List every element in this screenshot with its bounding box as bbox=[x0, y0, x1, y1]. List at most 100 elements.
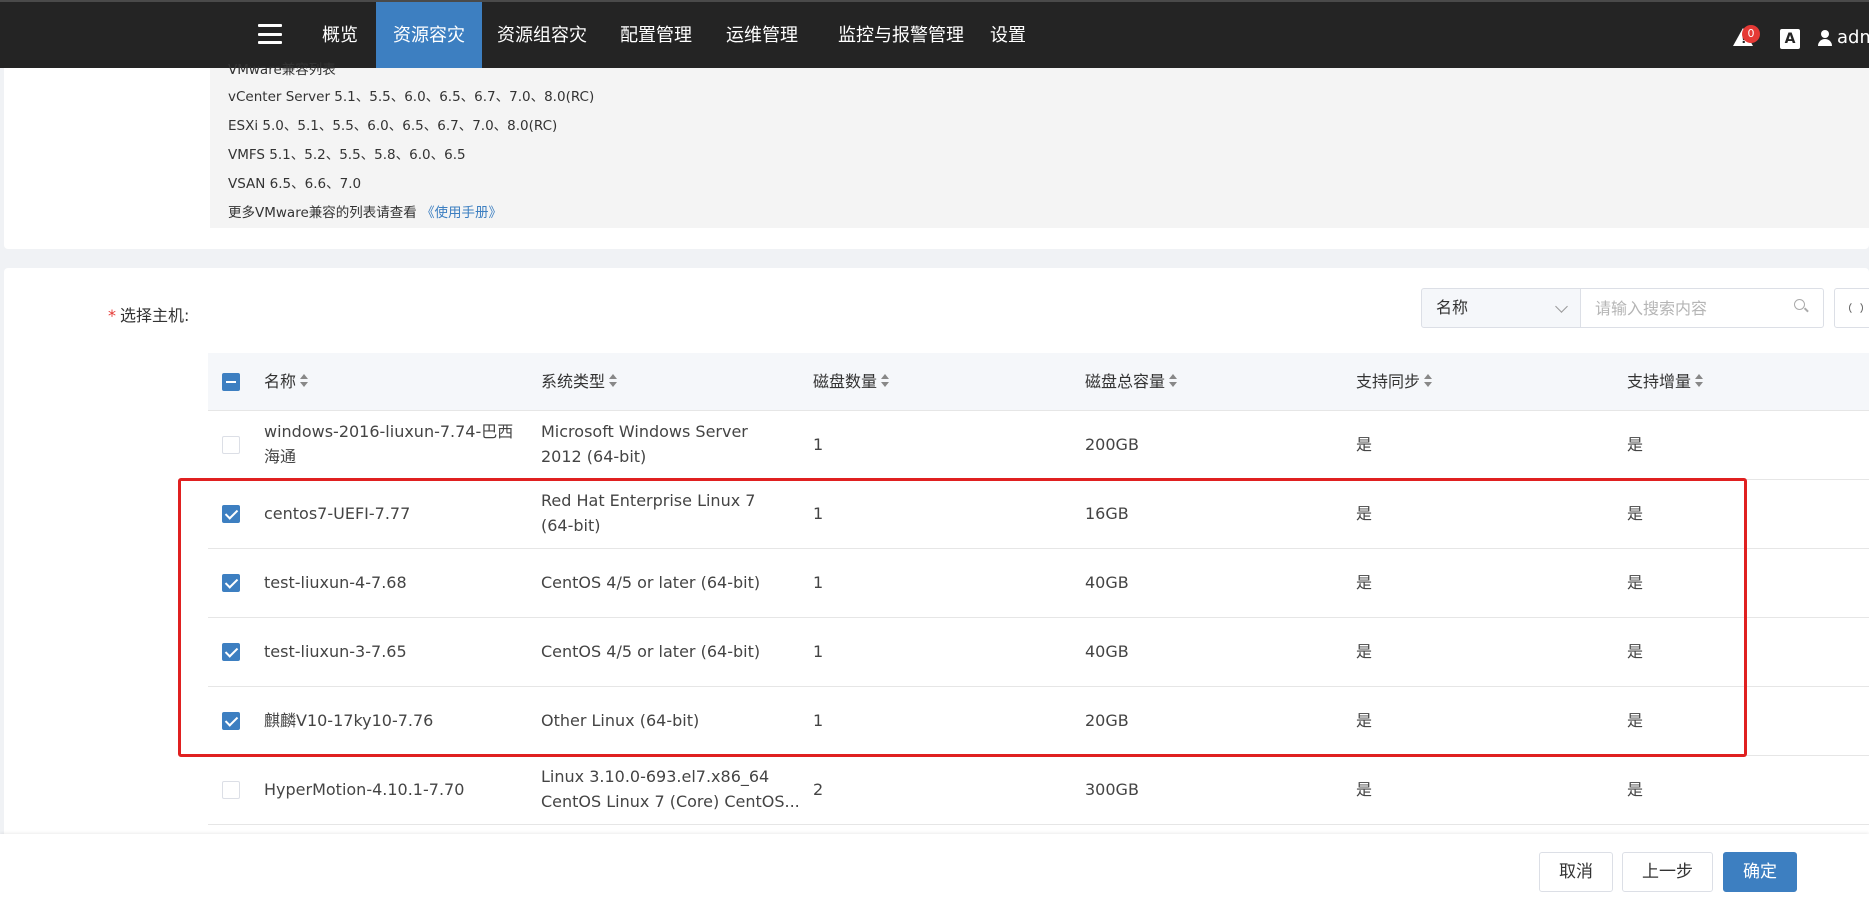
row-checkbox[interactable] bbox=[222, 574, 240, 592]
required-mark: * bbox=[108, 306, 116, 325]
host-select-card: *选择主机: 名称 名称 系统类型 磁盘数量 磁盘总容量 支持同步 支持增量 w… bbox=[4, 268, 1869, 897]
nav-item-ops-management[interactable]: 运维管理 bbox=[720, 2, 804, 68]
user-name[interactable]: adm bbox=[1837, 2, 1869, 74]
supports-incremental: 是 bbox=[1627, 780, 1644, 799]
compat-line-esxi: ESXi 5.0、5.1、5.5、6.0、6.5、6.7、7.0、8.0(RC) bbox=[228, 118, 558, 134]
compat-line-vcenter: vCenter Server 5.1、5.5、6.0、6.5、6.7、7.0、8… bbox=[228, 89, 595, 105]
row-checkbox[interactable] bbox=[222, 436, 240, 454]
host-name: test-liuxun-3-7.65 bbox=[264, 642, 407, 661]
disk-count: 1 bbox=[813, 711, 824, 730]
compat-info-box: VMware兼容列表 vCenter Server 5.1、5.5、6.0、6.… bbox=[210, 62, 1869, 228]
refresh-icon bbox=[1849, 301, 1863, 315]
supports-sync: 是 bbox=[1356, 642, 1373, 661]
search-input[interactable] bbox=[1580, 288, 1824, 328]
table-row[interactable]: 麒麟V10-17ky10-7.76 Other Linux (64-bit) 1… bbox=[208, 687, 1869, 756]
supports-sync: 是 bbox=[1356, 711, 1373, 730]
supports-incremental: 是 bbox=[1627, 711, 1644, 730]
sort-icon[interactable] bbox=[609, 373, 618, 388]
os-type: CentOS 4/5 or later (64-bit) bbox=[541, 573, 761, 592]
table-row[interactable]: test-liuxun-3-7.65 CentOS 4/5 or later (… bbox=[208, 618, 1869, 687]
nav-item-resource-group-dr[interactable]: 资源组容灾 bbox=[490, 2, 594, 68]
confirm-button[interactable]: 确定 bbox=[1723, 852, 1797, 892]
compat-line-vsan: VSAN 6.5、6.6、7.0 bbox=[228, 176, 362, 192]
search-field-value: 名称 bbox=[1436, 298, 1469, 317]
host-name: HyperMotion-4.10.1-7.70 bbox=[264, 780, 465, 799]
sort-icon[interactable] bbox=[1169, 373, 1178, 388]
host-name: test-liuxun-4-7.68 bbox=[264, 573, 407, 592]
sort-icon[interactable] bbox=[300, 373, 309, 388]
host-name: centos7-UEFI-7.77 bbox=[264, 504, 411, 523]
column-header-sync[interactable]: 支持同步 bbox=[1356, 353, 1433, 410]
os-type: Red Hat Enterprise Linux 7 (64-bit) bbox=[541, 491, 756, 535]
row-checkbox[interactable] bbox=[222, 781, 240, 799]
nav-item-config-management[interactable]: 配置管理 bbox=[615, 2, 697, 68]
supports-incremental: 是 bbox=[1627, 435, 1644, 454]
table-row[interactable]: HyperMotion-4.10.1-7.70 Linux 3.10.0-693… bbox=[208, 756, 1869, 825]
table-row[interactable]: test-liuxun-4-7.68 CentOS 4/5 or later (… bbox=[208, 549, 1869, 618]
column-header-disk-capacity-label: 磁盘总容量 bbox=[1085, 372, 1166, 391]
host-name: 麒麟V10-17ky10-7.76 bbox=[264, 711, 434, 730]
disk-capacity: 200GB bbox=[1085, 435, 1139, 454]
os-type-line-2: CentOS Linux 7 (Core) CentOS... bbox=[541, 792, 800, 811]
disk-count: 1 bbox=[813, 504, 824, 523]
row-checkbox[interactable] bbox=[222, 505, 240, 523]
compat-more-text: 更多VMware兼容的列表请查看 bbox=[228, 205, 417, 221]
chevron-down-icon bbox=[1555, 300, 1568, 313]
supports-incremental: 是 bbox=[1627, 504, 1644, 523]
alert-count-badge: 0 bbox=[1742, 25, 1760, 43]
column-header-incremental[interactable]: 支持增量 bbox=[1627, 353, 1704, 410]
disk-capacity: 20GB bbox=[1085, 711, 1129, 730]
sort-icon[interactable] bbox=[881, 373, 890, 388]
host-select-label: * 选择主机: bbox=[108, 302, 189, 326]
sort-icon[interactable] bbox=[1424, 373, 1433, 388]
user-manual-link[interactable]: 《使用手册》 bbox=[421, 205, 502, 221]
column-header-disk-count[interactable]: 磁盘数量 bbox=[813, 353, 890, 410]
column-header-os-type[interactable]: 系统类型 bbox=[541, 353, 618, 410]
os-type: CentOS 4/5 or later (64-bit) bbox=[541, 642, 761, 661]
supports-incremental: 是 bbox=[1627, 642, 1644, 661]
os-type: Microsoft Windows Server 2012 (64-bit) bbox=[541, 422, 748, 466]
search-icon[interactable] bbox=[1794, 299, 1809, 313]
nav-item-settings[interactable]: 设置 bbox=[985, 2, 1031, 68]
table-header: 名称 系统类型 磁盘数量 磁盘总容量 支持同步 支持增量 bbox=[208, 353, 1869, 411]
disk-capacity: 40GB bbox=[1085, 573, 1129, 592]
column-header-disk-capacity[interactable]: 磁盘总容量 bbox=[1085, 353, 1178, 410]
cancel-button[interactable]: 取消 bbox=[1539, 852, 1613, 892]
row-checkbox[interactable] bbox=[222, 643, 240, 661]
refresh-button[interactable] bbox=[1834, 288, 1869, 328]
supports-incremental: 是 bbox=[1627, 573, 1644, 592]
column-header-sync-label: 支持同步 bbox=[1356, 372, 1421, 391]
os-type-line-1: Linux 3.10.0-693.el7.x86_64 bbox=[541, 767, 770, 786]
table-row[interactable]: windows-2016-liuxun-7.74-巴西海通 Microsoft … bbox=[208, 411, 1869, 480]
previous-step-button[interactable]: 上一步 bbox=[1622, 852, 1713, 892]
disk-count: 1 bbox=[813, 573, 824, 592]
host-select-label-text: 选择主机: bbox=[120, 306, 190, 325]
os-type: Linux 3.10.0-693.el7.x86_64 CentOS Linux… bbox=[541, 764, 800, 814]
supports-sync: 是 bbox=[1356, 573, 1373, 592]
os-type: Other Linux (64-bit) bbox=[541, 711, 700, 730]
menu-icon[interactable] bbox=[258, 22, 282, 46]
supports-sync: 是 bbox=[1356, 504, 1373, 523]
language-icon[interactable]: A bbox=[1780, 29, 1800, 49]
supports-sync: 是 bbox=[1356, 435, 1373, 454]
nav-item-monitoring-alerts[interactable]: 监控与报警管理 bbox=[828, 2, 974, 68]
search-field-select[interactable]: 名称 bbox=[1421, 288, 1581, 328]
column-header-os-type-label: 系统类型 bbox=[541, 372, 606, 391]
compat-info-card: VMware兼容列表 vCenter Server 5.1、5.5、6.0、6.… bbox=[4, 62, 1869, 249]
row-checkbox[interactable] bbox=[222, 712, 240, 730]
host-name: windows-2016-liuxun-7.74-巴西海通 bbox=[264, 422, 514, 466]
disk-count: 1 bbox=[813, 435, 824, 454]
column-header-name[interactable]: 名称 bbox=[264, 353, 309, 410]
nav-item-resource-dr[interactable]: 资源容灾 bbox=[376, 2, 482, 68]
select-all-checkbox[interactable] bbox=[222, 373, 240, 391]
supports-sync: 是 bbox=[1356, 780, 1373, 799]
column-header-name-label: 名称 bbox=[264, 372, 297, 391]
disk-capacity: 300GB bbox=[1085, 780, 1139, 799]
user-icon[interactable] bbox=[1818, 30, 1832, 46]
compat-more-line: 更多VMware兼容的列表请查看 《使用手册》 bbox=[228, 201, 502, 221]
sort-icon[interactable] bbox=[1695, 373, 1704, 388]
disk-count: 2 bbox=[813, 780, 824, 799]
column-header-incremental-label: 支持增量 bbox=[1627, 372, 1692, 391]
table-row[interactable]: centos7-UEFI-7.77 Red Hat Enterprise Lin… bbox=[208, 480, 1869, 549]
disk-count: 1 bbox=[813, 642, 824, 661]
